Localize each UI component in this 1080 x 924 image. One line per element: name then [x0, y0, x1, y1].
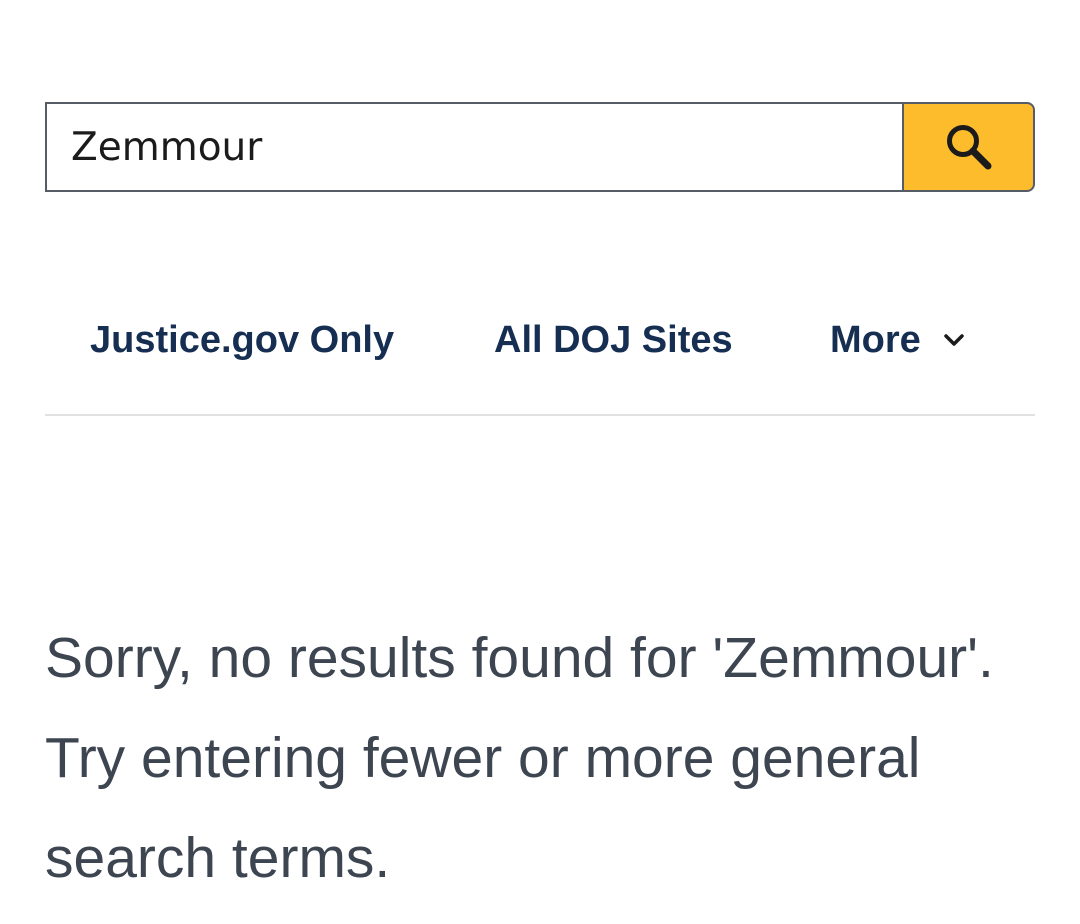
search-bar — [45, 102, 1035, 192]
tab-label: More — [830, 318, 921, 361]
no-results-message: Sorry, no results found for 'Zemmour'. T… — [45, 626, 994, 890]
tab-label: All DOJ Sites — [494, 318, 733, 361]
tab-label: Justice.gov Only — [90, 318, 395, 361]
search-button[interactable] — [902, 102, 1035, 192]
tab-all-doj-sites[interactable]: All DOJ Sites — [494, 290, 733, 390]
search-input[interactable] — [45, 102, 902, 192]
tab-justice-gov-only[interactable]: Justice.gov Only — [90, 290, 394, 390]
chevron-down-icon — [943, 333, 965, 347]
search-scope-tabs: Justice.gov Only All DOJ Sites More — [45, 290, 1035, 390]
divider — [45, 414, 1035, 416]
search-icon — [943, 121, 995, 173]
tab-more[interactable]: More — [830, 290, 965, 390]
